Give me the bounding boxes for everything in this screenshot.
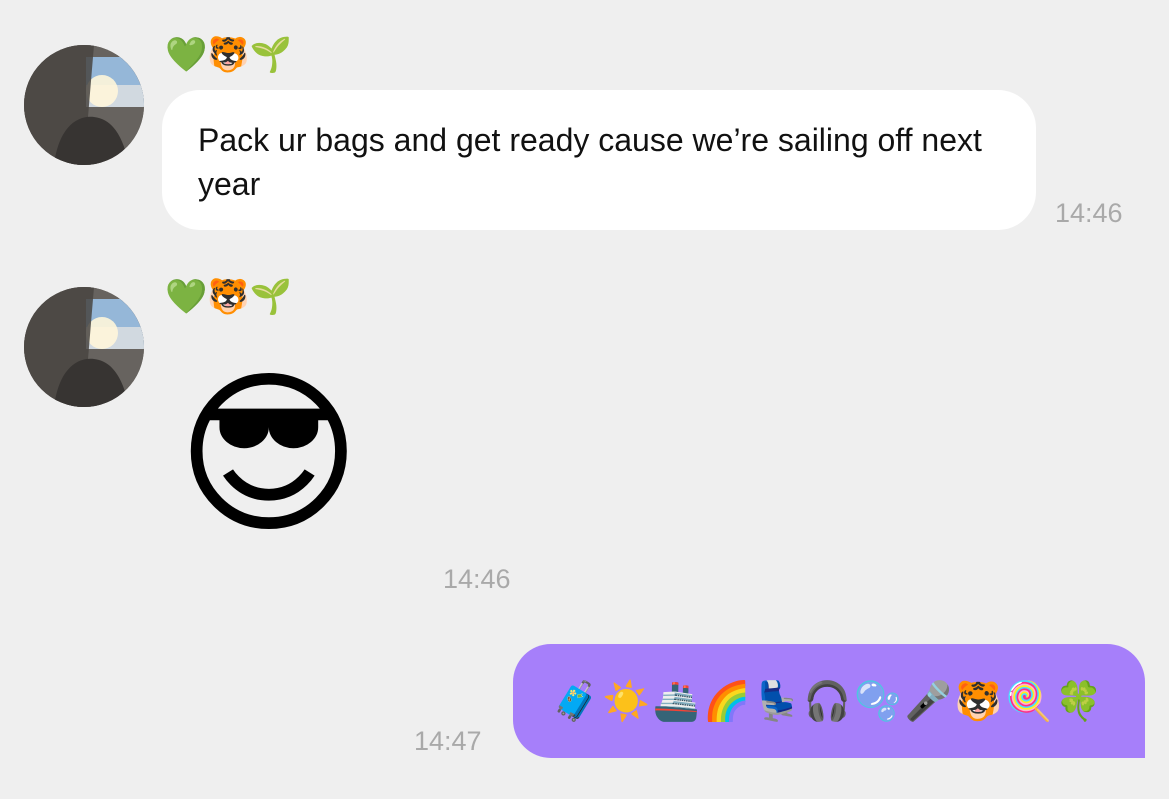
sticker-emoji[interactable]: 😎 (176, 366, 362, 544)
message-timestamp: 14:47 (414, 726, 482, 756)
avatar-photo (24, 287, 144, 407)
sender-name[interactable]: 💚🐯🌱 (165, 33, 292, 77)
avatar[interactable] (24, 45, 144, 165)
message-timestamp: 14:46 (1055, 198, 1123, 228)
message-timestamp: 14:46 (443, 564, 511, 594)
message-bubble-outgoing[interactable]: 🧳☀️🚢🌈💺🎧🫧🎤🐯🍭🍀 (513, 644, 1145, 758)
message-text: Pack ur bags and get ready cause we’re s… (198, 122, 982, 202)
sender-name[interactable]: 💚🐯🌱 (165, 275, 292, 319)
avatar[interactable] (24, 287, 144, 407)
avatar-photo (24, 45, 144, 165)
message-text: 🧳☀️🚢🌈💺🎧🫧🎤🐯🍭🍀 (552, 679, 1106, 723)
message-bubble[interactable]: Pack ur bags and get ready cause we’re s… (162, 90, 1036, 230)
